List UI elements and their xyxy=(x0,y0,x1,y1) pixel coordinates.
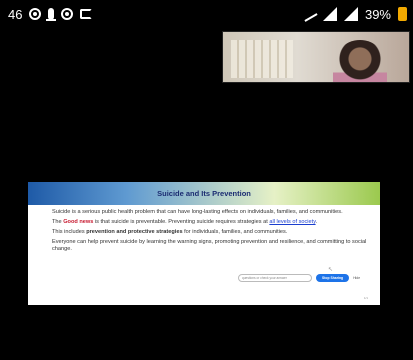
slide-body: Suicide is a serious public health probl… xyxy=(28,205,380,253)
status-bar: 46 39% xyxy=(0,0,413,28)
good-news-text: Good news xyxy=(63,218,94,225)
participant-avatar xyxy=(333,40,387,82)
wifi-icon xyxy=(322,7,337,21)
video-icon xyxy=(61,8,74,20)
slide-paragraph-1: Suicide is a serious public health probl… xyxy=(52,209,343,215)
slide-title: Suicide and Its Prevention xyxy=(157,189,251,198)
slide-paragraph-2: The Good news is that suicide is prevent… xyxy=(52,219,368,226)
slide-header: Suicide and Its Prevention xyxy=(28,182,380,205)
hide-button[interactable]: Hide xyxy=(353,276,360,280)
question-input[interactable]: questions or check your answer xyxy=(238,274,312,282)
paragraph-2-suffix: . xyxy=(315,218,318,225)
all-levels-link[interactable]: all levels of society xyxy=(269,219,315,225)
battery-percent: 39% xyxy=(364,6,391,22)
status-time: 46 xyxy=(8,6,23,22)
status-left: 46 xyxy=(8,6,93,22)
status-right: 39% xyxy=(300,6,407,22)
mic-icon xyxy=(46,8,57,21)
paragraph-2-prefix: The xyxy=(52,218,64,225)
video-background-shelf xyxy=(231,40,293,78)
slide-paragraph-3: This includes prevention and protective … xyxy=(52,229,368,236)
cast-icon xyxy=(80,9,93,19)
slide-paragraph-4: Everyone can help prevent suicide by lea… xyxy=(52,238,367,252)
record-icon xyxy=(29,8,42,20)
paragraph-3-suffix: for individuals, families, and communiti… xyxy=(182,228,288,235)
prevention-strategies-text: prevention and protective strategies xyxy=(86,228,183,235)
paragraph-3-prefix: This includes xyxy=(52,228,87,235)
slide-page-number: 1/1 xyxy=(363,296,368,300)
paragraph-2-middle: is that suicide is preventable. Preventi… xyxy=(93,218,270,225)
pointer-icon: ↖ xyxy=(328,267,334,273)
mute-icon xyxy=(300,6,318,22)
participant-video-thumbnail[interactable] xyxy=(222,31,410,83)
signal-icon xyxy=(343,7,358,21)
slide-controls: questions or check your answer Stop Shar… xyxy=(238,274,360,282)
shared-slide: Suicide and Its Prevention Suicide is a … xyxy=(28,182,380,305)
stop-sharing-button[interactable]: Stop Sharing xyxy=(316,274,350,282)
battery-icon xyxy=(398,7,407,21)
